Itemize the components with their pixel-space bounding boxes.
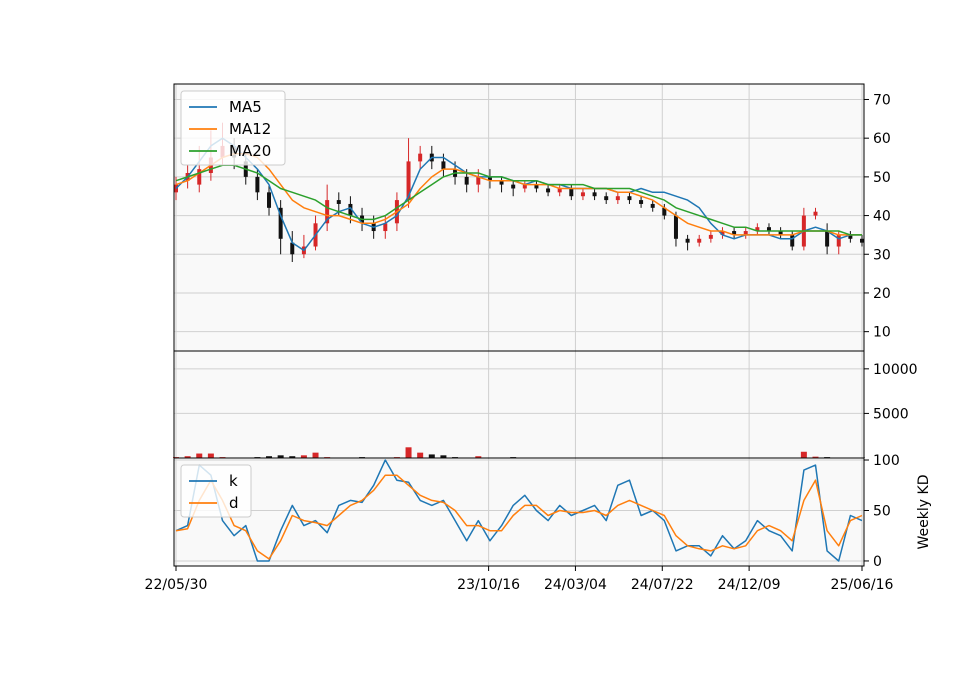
kd-legend: kd [180,464,252,518]
stock-chart: 10 20 30 40 50 60 70 MA5 MA12 MA20 5000 10000 0 50… [0,0,960,690]
candle-body [441,161,446,170]
candle-body [580,192,585,197]
y-tick-label: 10000 [873,362,918,378]
candle-body [546,188,551,193]
y-tick-label: 50 [873,170,891,186]
candle-body [708,234,713,239]
candle-body [813,211,818,216]
candle-body [685,238,690,243]
y-tick-label: 0 [873,554,882,570]
candle-body [697,238,702,243]
legend-label: d [229,494,239,512]
x-tick-label: 24/03/04 [544,577,607,593]
price-panel: 10 20 30 40 50 60 70 MA5 MA12 MA20 [173,83,891,352]
y-tick-label: 5000 [873,406,909,422]
volume-bar [428,454,435,458]
volume-bar [312,452,319,458]
volume-plot-area [174,351,864,458]
candle-body [255,176,260,193]
kd-plot-area [174,458,864,566]
candle-body [418,153,423,162]
volume-bar [417,452,424,458]
x-tick-label: 25/06/16 [831,577,894,593]
candle-body [627,196,632,201]
candle-body [267,192,272,208]
volume-bar [196,453,203,458]
candle-body [592,192,597,197]
legend-box [180,464,252,518]
price-legend: MA5 MA12 MA20 [180,90,286,166]
candle-body [825,231,830,247]
y-tick-label: 50 [873,503,891,519]
candle-body [464,176,469,185]
kd-panel: 0 50 100 kd Weekly KD [173,453,932,570]
y-tick-label: 60 [873,131,891,147]
volume-bar [405,447,412,458]
candle-body [836,234,841,247]
candle-body [569,188,574,197]
candle-body [615,196,620,201]
kd-y-axis-label: Weekly KD [916,475,932,550]
x-tick-label: 22/05/30 [145,577,208,593]
volume-panel: 5000 10000 [173,350,918,459]
y-tick-label: 70 [873,92,891,108]
candle-body [790,234,795,247]
candle-body [673,215,678,239]
candle-body [639,200,644,204]
candle-body [604,196,609,201]
candle-body [511,184,516,189]
y-tick-label: 40 [873,209,891,225]
legend-label: MA20 [229,142,271,160]
x-tick-label: 23/10/16 [457,577,520,593]
y-tick-label: 100 [873,453,900,469]
volume-bar [800,451,807,458]
y-tick-label: 30 [873,247,891,263]
y-tick-label: 10 [873,325,891,341]
x-tick-label: 24/07/22 [631,577,694,593]
volume-bar [207,453,214,458]
legend-label: k [229,472,238,490]
y-tick-label: 20 [873,286,891,302]
legend-label: MA5 [229,98,262,116]
candle-body [860,238,864,243]
candle-body [650,203,655,208]
legend-label: MA12 [229,120,271,138]
x-tick-label: 24/12/09 [718,577,781,593]
candle-body [336,200,341,204]
